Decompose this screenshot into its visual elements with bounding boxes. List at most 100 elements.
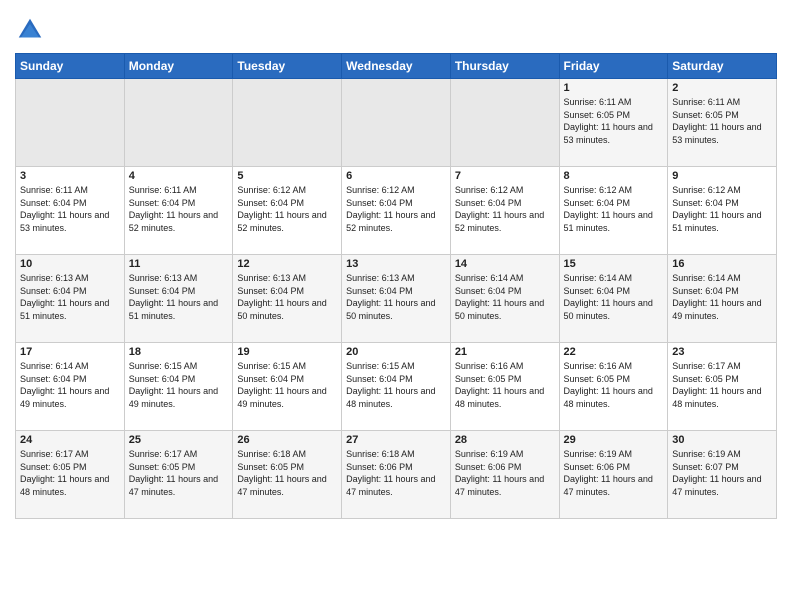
day-info: Sunrise: 6:15 AMSunset: 6:04 PMDaylight:… — [346, 360, 446, 410]
day-cell: 15 Sunrise: 6:14 AMSunset: 6:04 PMDayligh… — [559, 255, 668, 343]
day-cell: 21 Sunrise: 6:16 AMSunset: 6:05 PMDayligh… — [450, 343, 559, 431]
day-info: Sunrise: 6:12 AMSunset: 6:04 PMDaylight:… — [455, 184, 555, 234]
calendar-header: SundayMondayTuesdayWednesdayThursdayFrid… — [16, 54, 777, 79]
day-cell: 23 Sunrise: 6:17 AMSunset: 6:05 PMDayligh… — [668, 343, 777, 431]
day-cell — [342, 79, 451, 167]
day-info: Sunrise: 6:17 AMSunset: 6:05 PMDaylight:… — [20, 448, 120, 498]
day-info: Sunrise: 6:12 AMSunset: 6:04 PMDaylight:… — [346, 184, 446, 234]
logo — [15, 15, 47, 45]
day-cell: 26 Sunrise: 6:18 AMSunset: 6:05 PMDayligh… — [233, 431, 342, 519]
day-number: 27 — [346, 434, 446, 446]
day-cell: 22 Sunrise: 6:16 AMSunset: 6:05 PMDayligh… — [559, 343, 668, 431]
day-info: Sunrise: 6:18 AMSunset: 6:05 PMDaylight:… — [237, 448, 337, 498]
day-cell: 11 Sunrise: 6:13 AMSunset: 6:04 PMDayligh… — [124, 255, 233, 343]
day-number: 7 — [455, 170, 555, 182]
day-info: Sunrise: 6:14 AMSunset: 6:04 PMDaylight:… — [564, 272, 664, 322]
day-cell: 6 Sunrise: 6:12 AMSunset: 6:04 PMDaylight… — [342, 167, 451, 255]
day-number: 4 — [129, 170, 229, 182]
day-info: Sunrise: 6:12 AMSunset: 6:04 PMDaylight:… — [237, 184, 337, 234]
day-cell: 20 Sunrise: 6:15 AMSunset: 6:04 PMDayligh… — [342, 343, 451, 431]
logo-icon — [15, 15, 45, 45]
day-cell: 30Sunrise: 6:19 AMSunset: 6:07 PMDayligh… — [668, 431, 777, 519]
day-number: 9 — [672, 170, 772, 182]
day-cell: 2 Sunrise: 6:11 AMSunset: 6:05 PMDaylight… — [668, 79, 777, 167]
day-number: 6 — [346, 170, 446, 182]
week-row-5: 24 Sunrise: 6:17 AMSunset: 6:05 PMDayligh… — [16, 431, 777, 519]
day-info: Sunrise: 6:14 AMSunset: 6:04 PMDaylight:… — [20, 360, 120, 410]
day-number: 16 — [672, 258, 772, 270]
day-number: 19 — [237, 346, 337, 358]
day-cell: 16Sunrise: 6:14 AMSunset: 6:04 PMDayligh… — [668, 255, 777, 343]
day-cell: 28 Sunrise: 6:19 AMSunset: 6:06 PMDayligh… — [450, 431, 559, 519]
day-info: Sunrise: 6:19 AMSunset: 6:07 PMDaylight:… — [672, 448, 772, 498]
day-info: Sunrise: 6:11 AMSunset: 6:05 PMDaylight:… — [672, 96, 772, 146]
day-info: Sunrise: 6:11 AMSunset: 6:04 PMDaylight:… — [20, 184, 120, 234]
day-cell: 4 Sunrise: 6:11 AMSunset: 6:04 PMDaylight… — [124, 167, 233, 255]
day-number: 21 — [455, 346, 555, 358]
day-cell — [124, 79, 233, 167]
day-cell: 13 Sunrise: 6:13 AMSunset: 6:04 PMDayligh… — [342, 255, 451, 343]
day-cell: 19 Sunrise: 6:15 AMSunset: 6:04 PMDayligh… — [233, 343, 342, 431]
day-number: 17 — [20, 346, 120, 358]
weekday-header-saturday: Saturday — [668, 54, 777, 79]
calendar-body: 1 Sunrise: 6:11 AMSunset: 6:05 PMDaylight… — [16, 79, 777, 519]
day-info: Sunrise: 6:19 AMSunset: 6:06 PMDaylight:… — [564, 448, 664, 498]
page: SundayMondayTuesdayWednesdayThursdayFrid… — [0, 0, 792, 612]
day-number: 22 — [564, 346, 664, 358]
day-info: Sunrise: 6:13 AMSunset: 6:04 PMDaylight:… — [20, 272, 120, 322]
week-row-3: 10 Sunrise: 6:13 AMSunset: 6:04 PMDayligh… — [16, 255, 777, 343]
day-cell: 27 Sunrise: 6:18 AMSunset: 6:06 PMDayligh… — [342, 431, 451, 519]
day-number: 28 — [455, 434, 555, 446]
weekday-header-tuesday: Tuesday — [233, 54, 342, 79]
weekday-header-wednesday: Wednesday — [342, 54, 451, 79]
day-cell: 14 Sunrise: 6:14 AMSunset: 6:04 PMDayligh… — [450, 255, 559, 343]
day-info: Sunrise: 6:17 AMSunset: 6:05 PMDaylight:… — [129, 448, 229, 498]
day-cell: 24 Sunrise: 6:17 AMSunset: 6:05 PMDayligh… — [16, 431, 125, 519]
day-cell — [450, 79, 559, 167]
week-row-1: 1 Sunrise: 6:11 AMSunset: 6:05 PMDaylight… — [16, 79, 777, 167]
weekday-header-friday: Friday — [559, 54, 668, 79]
day-number: 1 — [564, 82, 664, 94]
header — [15, 10, 777, 45]
day-number: 23 — [672, 346, 772, 358]
day-number: 13 — [346, 258, 446, 270]
day-cell: 17 Sunrise: 6:14 AMSunset: 6:04 PMDayligh… — [16, 343, 125, 431]
day-cell — [233, 79, 342, 167]
weekday-header-sunday: Sunday — [16, 54, 125, 79]
weekday-header-thursday: Thursday — [450, 54, 559, 79]
day-number: 5 — [237, 170, 337, 182]
day-number: 18 — [129, 346, 229, 358]
day-info: Sunrise: 6:15 AMSunset: 6:04 PMDaylight:… — [237, 360, 337, 410]
day-number: 26 — [237, 434, 337, 446]
day-info: Sunrise: 6:16 AMSunset: 6:05 PMDaylight:… — [564, 360, 664, 410]
day-number: 2 — [672, 82, 772, 94]
calendar: SundayMondayTuesdayWednesdayThursdayFrid… — [15, 53, 777, 519]
day-info: Sunrise: 6:13 AMSunset: 6:04 PMDaylight:… — [129, 272, 229, 322]
day-number: 24 — [20, 434, 120, 446]
day-number: 20 — [346, 346, 446, 358]
weekday-row: SundayMondayTuesdayWednesdayThursdayFrid… — [16, 54, 777, 79]
day-info: Sunrise: 6:11 AMSunset: 6:05 PMDaylight:… — [564, 96, 664, 146]
day-cell: 5 Sunrise: 6:12 AMSunset: 6:04 PMDaylight… — [233, 167, 342, 255]
day-info: Sunrise: 6:13 AMSunset: 6:04 PMDaylight:… — [237, 272, 337, 322]
day-info: Sunrise: 6:18 AMSunset: 6:06 PMDaylight:… — [346, 448, 446, 498]
day-info: Sunrise: 6:16 AMSunset: 6:05 PMDaylight:… — [455, 360, 555, 410]
day-number: 11 — [129, 258, 229, 270]
day-number: 15 — [564, 258, 664, 270]
day-info: Sunrise: 6:19 AMSunset: 6:06 PMDaylight:… — [455, 448, 555, 498]
day-cell: 12 Sunrise: 6:13 AMSunset: 6:04 PMDayligh… — [233, 255, 342, 343]
day-info: Sunrise: 6:12 AMSunset: 6:04 PMDaylight:… — [672, 184, 772, 234]
day-cell — [16, 79, 125, 167]
day-number: 8 — [564, 170, 664, 182]
day-info: Sunrise: 6:13 AMSunset: 6:04 PMDaylight:… — [346, 272, 446, 322]
day-info: Sunrise: 6:17 AMSunset: 6:05 PMDaylight:… — [672, 360, 772, 410]
day-number: 29 — [564, 434, 664, 446]
day-number: 14 — [455, 258, 555, 270]
day-number: 3 — [20, 170, 120, 182]
day-number: 10 — [20, 258, 120, 270]
day-cell: 18Sunrise: 6:15 AMSunset: 6:04 PMDayligh… — [124, 343, 233, 431]
day-info: Sunrise: 6:11 AMSunset: 6:04 PMDaylight:… — [129, 184, 229, 234]
day-info: Sunrise: 6:14 AMSunset: 6:04 PMDaylight:… — [455, 272, 555, 322]
day-number: 12 — [237, 258, 337, 270]
day-cell: 9 Sunrise: 6:12 AMSunset: 6:04 PMDaylight… — [668, 167, 777, 255]
